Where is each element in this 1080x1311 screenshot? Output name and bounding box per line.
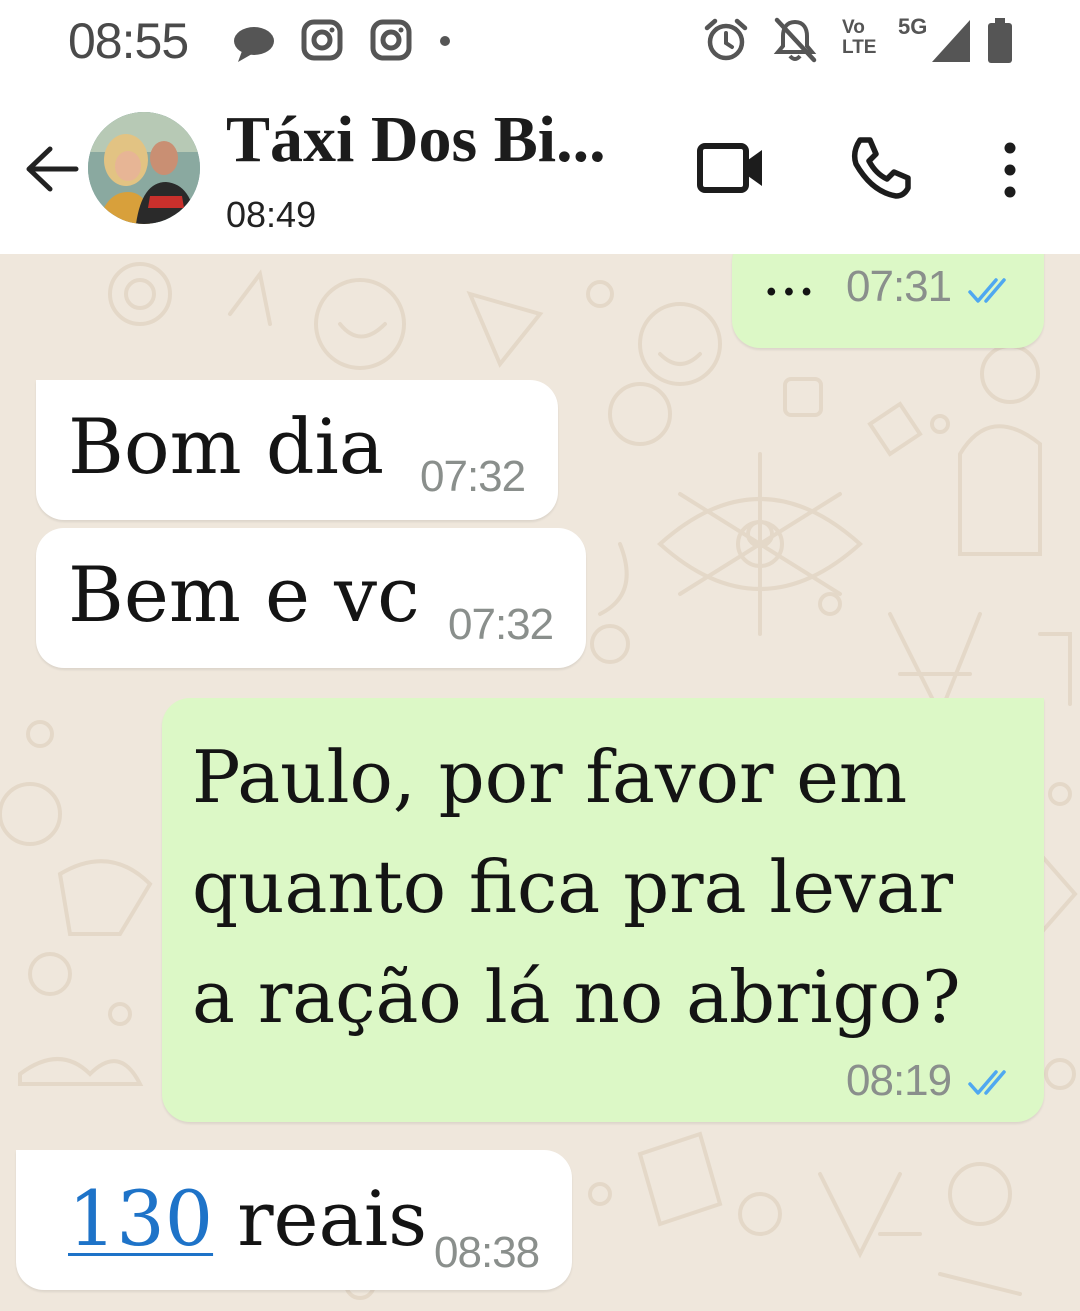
contact-name[interactable]: Táxi Dos Bi... [226,102,606,178]
message-time: 08:19 [846,1056,952,1105]
message-text-rest: reais [213,1174,428,1263]
read-receipt-icon [968,1070,1006,1095]
message-bubble-outgoing[interactable]: Paulo, por favor em quanto fica pra leva… [162,698,1044,1122]
message-text: Paulo, por favor em quanto fica pra leva… [192,735,961,1039]
network-type-label: 5G [898,14,928,39]
alarm-icon [704,18,748,61]
message-text: Bom dia [68,402,385,491]
volte-top-label: Vo [842,17,865,38]
chat-notification-icon [234,27,274,62]
more-options-icon[interactable] [992,140,1028,200]
instagram-icon [301,19,343,61]
video-call-icon[interactable] [696,140,766,196]
notifications-off-icon [773,17,817,63]
battery-icon [988,18,1012,63]
message-bubble-incoming[interactable]: Bom dia 07:32 [36,380,558,520]
message-time: 07:32 [420,452,526,501]
message-text: Bem e vc [68,550,420,639]
message-bubble-incoming[interactable]: Bem e vc 07:32 [36,528,586,668]
message-bubble-outgoing[interactable]: ... 07:31 [732,254,1044,348]
contact-avatar[interactable] [88,112,200,224]
more-notifications-dot-icon [440,36,450,46]
message-text: 130 reais [68,1174,427,1263]
read-receipt-icon [968,278,1006,303]
message-text: ... [764,256,817,305]
volte-indicator: Vo LTE [842,18,890,62]
volte-bottom-label: LTE [842,37,877,58]
message-time: 07:31 [846,262,952,311]
message-time: 07:32 [448,600,554,649]
signal-strength-icon [932,20,970,62]
chat-header: Táxi Dos Bi... 08:49 [0,82,1080,254]
status-bar: 08:55 Vo LTE 5G [0,0,1080,82]
last-seen-time: 08:49 [226,194,317,235]
voice-call-icon[interactable] [846,134,914,202]
message-bubble-incoming[interactable]: 130 reais 08:38 [16,1150,572,1290]
status-time: 08:55 [68,13,189,69]
message-time: 08:38 [434,1228,540,1277]
back-arrow-icon[interactable] [22,144,80,194]
instagram-icon [370,19,412,61]
phone-number-link[interactable]: 130 [68,1174,213,1263]
chat-messages-area[interactable]: ... 07:31 Bom dia 07:32 Bem e vc 07:32 P… [0,254,1080,1311]
